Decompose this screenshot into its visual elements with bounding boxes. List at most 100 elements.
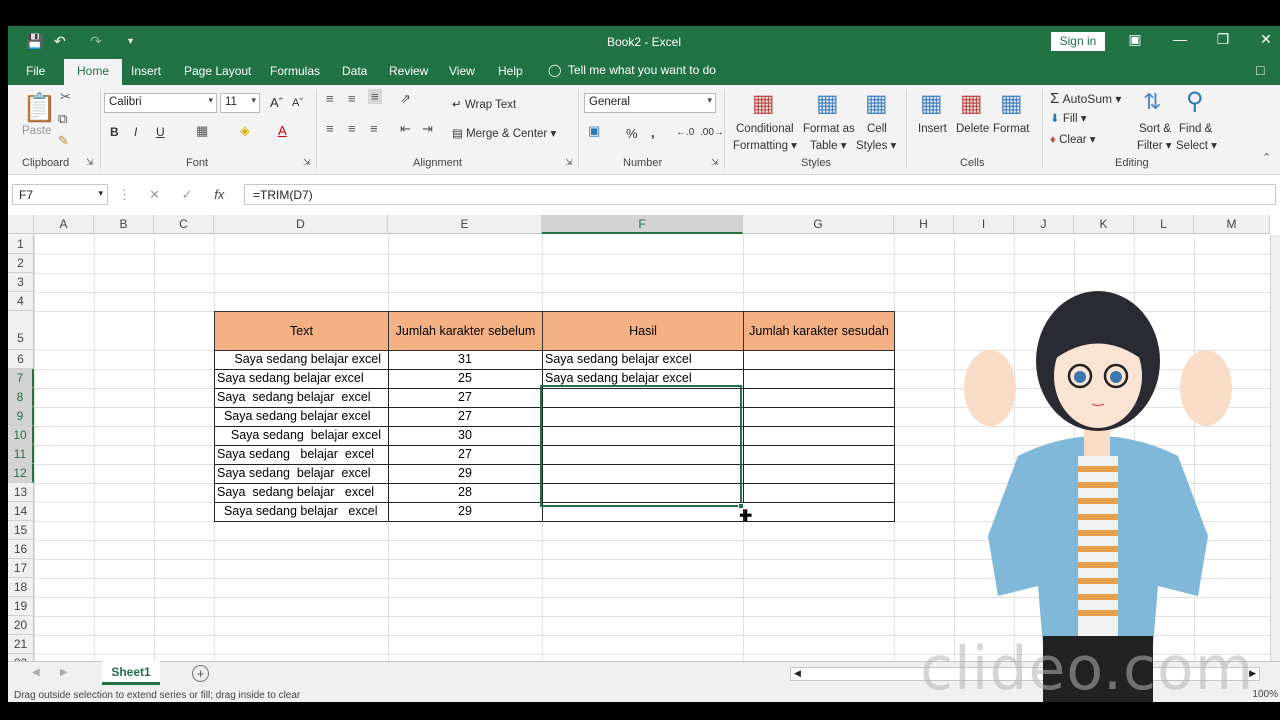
underline-button[interactable]: U (156, 125, 165, 139)
row-header-21[interactable]: 21 (8, 635, 34, 654)
collapse-ribbon-icon[interactable]: ⌃ (1262, 151, 1271, 164)
row-header-10[interactable]: 10 (8, 426, 34, 445)
row-header-13[interactable]: 13 (8, 483, 34, 502)
select-all-corner[interactable] (8, 215, 34, 234)
tab-data[interactable]: Data (342, 64, 367, 78)
increase-font-icon[interactable]: Aˆ (270, 95, 283, 110)
row-header-11[interactable]: 11 (8, 445, 34, 464)
align-bottom-icon[interactable]: ≡ (368, 89, 382, 104)
clear-button[interactable]: ♦ Clear ▾ (1050, 132, 1096, 146)
wrap-text-button[interactable]: ↵ Wrap Text (452, 97, 516, 111)
column-header-f[interactable]: F (542, 215, 743, 234)
align-top-icon[interactable]: ≡ (326, 91, 334, 106)
alignment-dialog-launcher-icon[interactable]: ⇲ (565, 157, 573, 168)
autosum-button[interactable]: Σ AutoSum ▾ (1050, 90, 1121, 107)
after-count-cell[interactable] (744, 464, 893, 483)
find-select-icon[interactable]: ⚲ (1186, 87, 1204, 116)
row-header-15[interactable]: 15 (8, 521, 34, 540)
delete-cells-icon[interactable]: ▦ (960, 89, 983, 118)
percent-style-button[interactable]: % (626, 126, 638, 141)
tab-home[interactable]: Home (64, 59, 123, 85)
row-header-19[interactable]: 19 (8, 597, 34, 616)
table-header-cell[interactable]: Hasil (542, 311, 744, 351)
format-as-table-icon[interactable]: ▦ (816, 89, 839, 118)
insert-cells-icon[interactable]: ▦ (920, 89, 943, 118)
fill-button[interactable]: ⬇ Fill ▾ (1050, 111, 1087, 125)
tab-view[interactable]: View (449, 64, 475, 78)
zoom-level[interactable]: 100% (1252, 689, 1278, 700)
format-as-table-button[interactable]: Table ▾ (810, 138, 846, 152)
text-cell[interactable]: Saya sedang belajar excel (215, 407, 387, 426)
number-format-select[interactable]: General ▾ (584, 93, 716, 113)
comma-style-button[interactable]: , (651, 125, 655, 140)
row-header-14[interactable]: 14 (8, 502, 34, 521)
row-header-3[interactable]: 3 (8, 273, 34, 292)
row-header-16[interactable]: 16 (8, 540, 34, 559)
text-cell[interactable]: Saya sedang belajar excel (215, 388, 387, 407)
after-count-cell[interactable] (744, 483, 893, 502)
ribbon-display-icon[interactable]: ▣ (1120, 31, 1150, 48)
before-count-cell[interactable]: 28 (389, 483, 541, 502)
column-header-b[interactable]: B (94, 215, 154, 234)
align-right-icon[interactable]: ≡ (370, 121, 378, 136)
tell-me-search[interactable]: ◯ Tell me what you want to do (548, 63, 716, 77)
font-dialog-launcher-icon[interactable]: ⇲ (303, 157, 311, 168)
delete-cells-button[interactable]: Delete (956, 123, 989, 135)
text-cell[interactable]: Saya sedang belajar excel (215, 502, 387, 521)
selection-range[interactable] (540, 385, 742, 507)
column-header-d[interactable]: D (214, 215, 388, 234)
column-header-h[interactable]: H (894, 215, 954, 234)
sort-filter-icon[interactable]: ⇅ (1143, 89, 1161, 115)
text-cell[interactable]: Saya sedang belajar excel (215, 350, 387, 369)
format-cells-icon[interactable]: ▦ (1000, 89, 1023, 118)
column-header-m[interactable]: M (1194, 215, 1270, 234)
text-cell[interactable]: Saya sedang belajar excel (215, 426, 387, 445)
next-sheet-icon[interactable]: ▶ (60, 667, 68, 678)
sign-in-button[interactable]: Sign in (1051, 32, 1105, 51)
merge-center-button[interactable]: ▤ Merge & Center ▾ (452, 126, 556, 140)
insert-cells-button[interactable]: Insert (918, 123, 947, 135)
insert-function-icon[interactable]: fx (214, 187, 224, 202)
row-header-22[interactable]: 22 (8, 654, 34, 661)
format-cells-button[interactable]: Format (993, 123, 1029, 135)
align-left-icon[interactable]: ≡ (326, 121, 334, 136)
row-header-17[interactable]: 17 (8, 559, 34, 578)
before-count-cell[interactable]: 25 (389, 369, 541, 388)
format-painter-icon[interactable]: ✎ (58, 133, 69, 149)
column-header-e[interactable]: E (388, 215, 542, 234)
align-center-icon[interactable]: ≡ (348, 121, 356, 136)
tab-insert[interactable]: Insert (131, 64, 161, 78)
after-count-cell[interactable] (744, 502, 893, 521)
before-count-cell[interactable]: 29 (389, 502, 541, 521)
text-cell[interactable]: Saya sedang belajar excel (215, 445, 387, 464)
text-cell[interactable]: Saya sedang belajar excel (215, 483, 387, 502)
number-dialog-launcher-icon[interactable]: ⇲ (711, 157, 719, 168)
borders-icon[interactable]: ▦ (196, 123, 208, 139)
after-count-cell[interactable] (744, 445, 893, 464)
column-header-k[interactable]: K (1074, 215, 1134, 234)
row-header-5[interactable]: 5 (8, 311, 34, 350)
after-count-cell[interactable] (744, 407, 893, 426)
result-cell[interactable]: Saya sedang belajar excel (543, 350, 742, 369)
before-count-cell[interactable]: 29 (389, 464, 541, 483)
cell-styles-icon[interactable]: ▦ (865, 89, 888, 118)
sheet-tab-sheet1[interactable]: Sheet1 (102, 661, 160, 685)
decrease-indent-icon[interactable]: ⇤ (400, 121, 411, 137)
column-header-a[interactable]: A (34, 215, 94, 234)
before-count-cell[interactable]: 27 (389, 445, 541, 464)
formula-input[interactable]: =TRIM(D7) (244, 184, 1276, 205)
align-middle-icon[interactable]: ≡ (348, 91, 356, 106)
tab-formulas[interactable]: Formulas (270, 64, 320, 78)
increase-indent-icon[interactable]: ⇥ (422, 121, 433, 137)
column-header-j[interactable]: J (1014, 215, 1074, 234)
column-header-i[interactable]: I (954, 215, 1014, 234)
paste-icon[interactable]: 📋 (22, 91, 57, 124)
comments-icon[interactable]: □ (1256, 62, 1264, 78)
font-name-select[interactable]: Calibri ▾ (104, 93, 217, 113)
bold-button[interactable]: B (110, 125, 119, 139)
decrease-decimal-button[interactable]: .00→ (700, 127, 724, 138)
table-header-cell[interactable]: Jumlah karakter sebelum (388, 311, 543, 351)
text-cell[interactable]: Saya sedang belajar excel (215, 464, 387, 483)
vertical-scrollbar[interactable] (1270, 235, 1280, 661)
tab-help[interactable]: Help (498, 64, 523, 78)
